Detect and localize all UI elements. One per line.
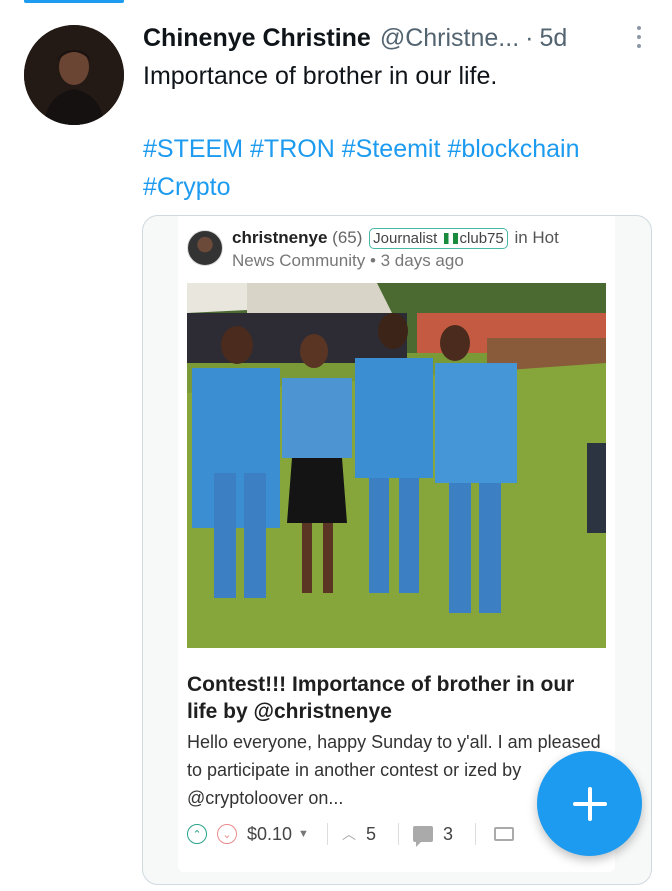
post-author: christnenye	[232, 228, 328, 247]
upvote-icon[interactable]: ⌃	[187, 824, 207, 844]
hashtag-steem[interactable]: #STEEM	[143, 135, 243, 163]
hashtag-tron[interactable]: #TRON	[250, 135, 335, 163]
avatar[interactable]	[24, 25, 124, 125]
comment-icon[interactable]	[412, 826, 433, 847]
post-photo	[187, 283, 606, 648]
display-name[interactable]: Chinenye Christine	[143, 24, 371, 53]
tweet: Chinenye Christine @Christne... · 5d Imp…	[0, 0, 672, 891]
hashtags: #STEEM #TRON #Steemit #blockchain #Crypto	[143, 130, 653, 206]
separator-dot: ·	[525, 23, 534, 52]
meta-bullet: •	[369, 251, 376, 270]
avatar-image	[24, 25, 124, 125]
nigeria-flag-icon	[443, 233, 458, 244]
community-badge: Journalist club75	[369, 228, 508, 249]
divider	[474, 823, 476, 845]
post-meta: christnenye (65) Journalist club75 in Ho…	[232, 226, 612, 272]
hashtag-blockchain[interactable]: #blockchain	[447, 135, 579, 163]
comment-count[interactable]: 3	[443, 824, 453, 845]
chevron-up-icon[interactable]: ︿	[342, 824, 356, 844]
compose-button[interactable]	[537, 751, 642, 856]
post-photo-image	[187, 283, 606, 648]
in-text: in Hot	[514, 228, 559, 247]
caret-down-icon[interactable]: ▼	[298, 828, 309, 840]
badge-label-left: Journalist	[373, 230, 438, 247]
post-age: 3 days ago	[380, 251, 464, 270]
downvote-icon[interactable]: ⌄	[217, 824, 237, 844]
plus-icon	[572, 786, 607, 821]
timestamp[interactable]: 5d	[539, 24, 567, 53]
hashtag-crypto[interactable]: #Crypto	[143, 173, 231, 201]
more-icon[interactable]	[632, 22, 646, 52]
community-name: News Community	[232, 251, 366, 270]
author-reputation: (65)	[332, 228, 363, 247]
tab-indicator	[24, 0, 124, 3]
tweet-text: Importance of brother in our life.	[143, 62, 498, 90]
post-title[interactable]: Contest!!! Importance of brother in our …	[187, 671, 602, 725]
post-actions: ⌃ ⌄ $0.10 ▼ ︿ 5 3	[187, 819, 602, 849]
share-icon[interactable]	[493, 827, 514, 841]
author-avatar	[187, 230, 223, 266]
divider	[326, 823, 328, 845]
vote-count[interactable]: 5	[366, 824, 376, 845]
badge-label-right: club75	[459, 230, 504, 247]
hashtag-steemit[interactable]: #Steemit	[342, 135, 441, 163]
divider	[397, 823, 399, 845]
payout-amount[interactable]: $0.10	[247, 824, 292, 845]
tweet-header: Chinenye Christine @Christne... · 5d	[143, 20, 642, 56]
user-handle[interactable]: @Christne...	[380, 24, 519, 53]
